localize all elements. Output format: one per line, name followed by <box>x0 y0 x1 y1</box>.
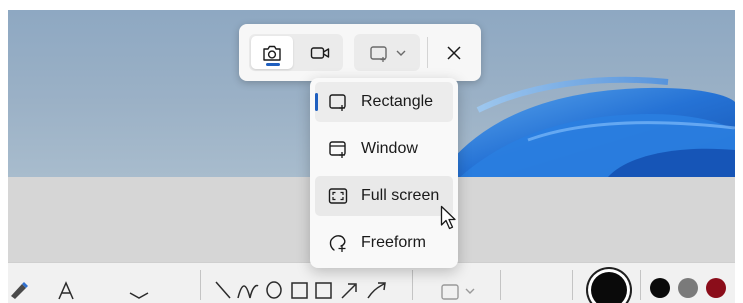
rectangle-snip-icon <box>329 94 346 111</box>
window-snip-icon <box>329 141 346 158</box>
menu-item-window[interactable]: Window <box>315 129 453 169</box>
menu-item-full-screen[interactable]: Full screen <box>315 176 453 216</box>
color-swatch-black[interactable] <box>650 278 670 298</box>
mouse-pointer-icon <box>440 205 456 230</box>
pen-icon[interactable] <box>8 278 30 300</box>
text-icon[interactable] <box>56 280 76 300</box>
capture-mode-toggle <box>249 34 343 71</box>
full-screen-snip-icon <box>328 188 348 204</box>
screenshot-mode-button[interactable] <box>251 36 293 69</box>
toolbar-separator <box>412 270 413 300</box>
screen: Rectangle Window Full screen Freeform <box>0 0 743 303</box>
toolbar-separator <box>572 270 573 300</box>
color-swatch-dark-red[interactable] <box>706 278 726 298</box>
menu-item-label: Window <box>361 140 418 157</box>
menu-item-freeform[interactable]: Freeform <box>315 223 453 263</box>
freeform-snip-icon <box>329 235 346 252</box>
snip-mode-menu: Rectangle Window Full screen Freeform <box>310 78 458 268</box>
toolbar-separator <box>200 270 201 300</box>
camera-icon <box>263 45 281 61</box>
snipping-toolbar <box>239 24 481 81</box>
video-camera-icon <box>310 46 330 59</box>
active-mode-indicator <box>266 63 280 66</box>
line-style-icon[interactable] <box>128 290 150 300</box>
toolbar-separator <box>427 37 428 68</box>
menu-item-label: Freeform <box>361 234 426 251</box>
selected-indicator <box>315 93 318 111</box>
shape-tools[interactable] <box>212 278 402 300</box>
menu-item-label: Rectangle <box>361 93 434 110</box>
toolbar-separator <box>640 270 641 300</box>
color-swatch-selected[interactable] <box>591 272 627 303</box>
color-swatch-gray[interactable] <box>678 278 698 298</box>
close-button[interactable] <box>435 34 473 71</box>
rectangle-snip-icon <box>369 45 387 62</box>
video-mode-button[interactable] <box>299 36 341 69</box>
toolbar-separator <box>500 270 501 300</box>
menu-item-rectangle[interactable]: Rectangle <box>315 82 453 122</box>
snip-shape-dropdown[interactable] <box>354 34 420 71</box>
chevron-down-icon <box>396 50 405 56</box>
fill-dropdown-icon[interactable] <box>440 283 480 301</box>
menu-item-label: Full screen <box>361 187 440 204</box>
close-icon <box>447 45 461 60</box>
